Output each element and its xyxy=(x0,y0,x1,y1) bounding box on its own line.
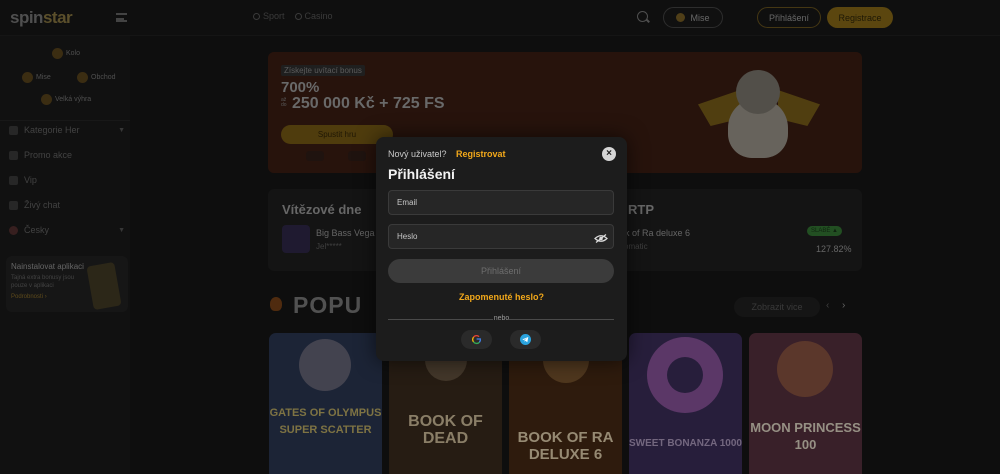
email-field[interactable] xyxy=(388,190,614,215)
eye-off-icon[interactable] xyxy=(594,234,608,243)
password-field[interactable] xyxy=(388,224,614,249)
telegram-icon xyxy=(520,334,531,345)
google-login-button[interactable] xyxy=(461,330,492,349)
forgot-password-link[interactable]: Zapomenuté heslo? xyxy=(376,292,627,302)
login-submit-button[interactable]: Přihlášení xyxy=(388,259,614,283)
close-icon[interactable]: × xyxy=(602,147,616,161)
new-user-text: Nový uživatel? xyxy=(388,149,447,159)
register-link[interactable]: Registrovat xyxy=(456,149,506,159)
or-separator: nebo xyxy=(493,315,510,322)
google-icon xyxy=(472,335,482,345)
modal-title: Přihlášení xyxy=(388,166,455,182)
telegram-login-button[interactable] xyxy=(510,330,541,349)
login-modal: Nový uživatel? Registrovat × Přihlášení … xyxy=(376,137,627,361)
